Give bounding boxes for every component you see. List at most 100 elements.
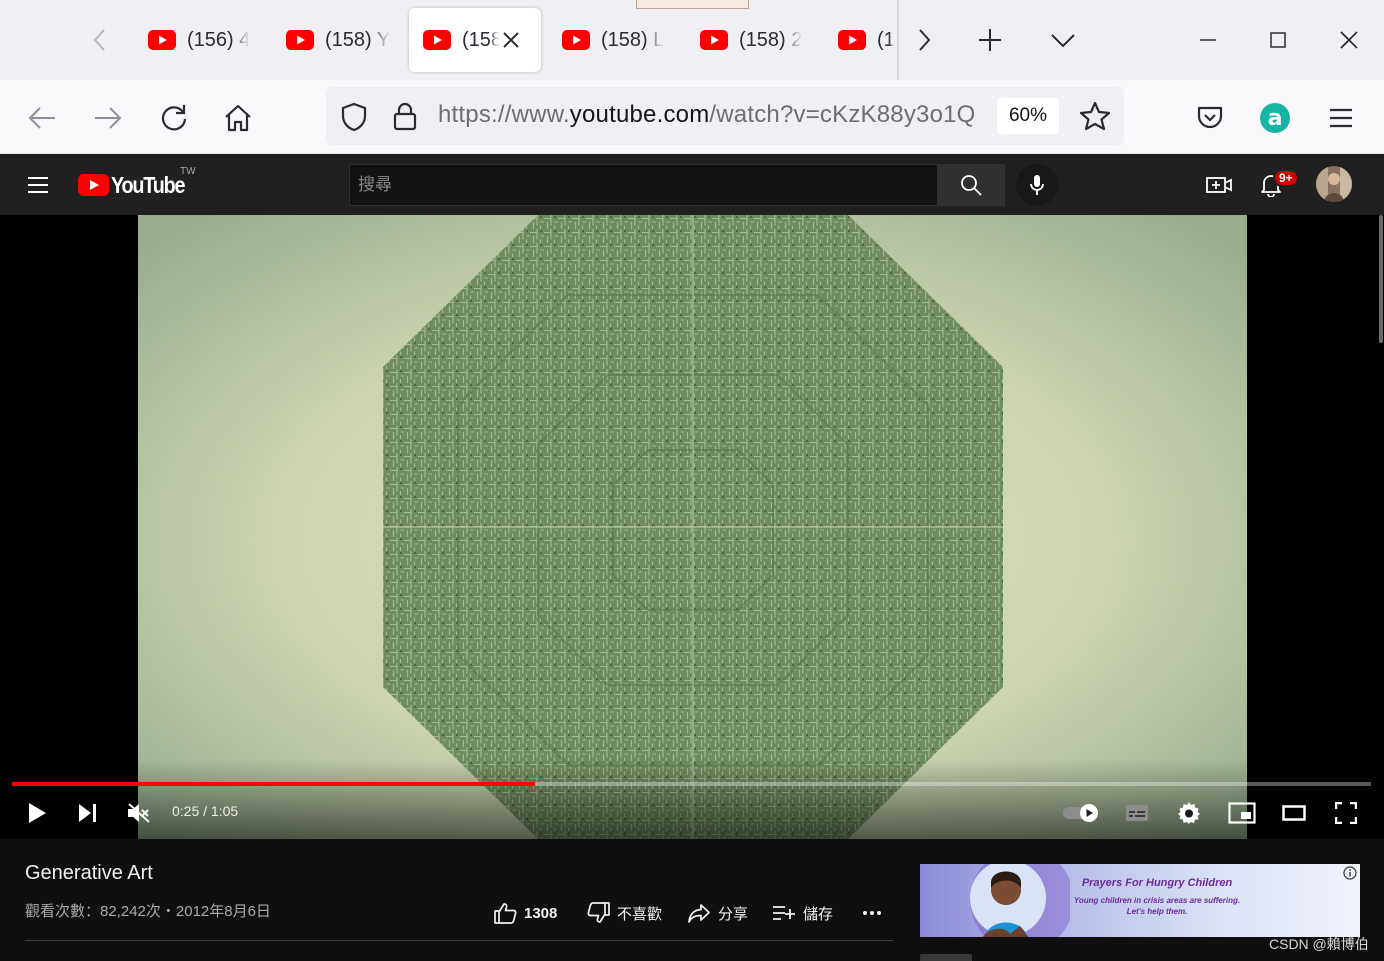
microphone-icon (1030, 175, 1044, 195)
pocket-button[interactable] (1190, 98, 1230, 138)
ad-info-icon[interactable] (1343, 866, 1357, 880)
dislike-label: 不喜歡 (617, 905, 663, 923)
more-actions-button[interactable] (862, 898, 882, 928)
forward-button[interactable] (88, 98, 128, 138)
home-icon (225, 104, 251, 132)
thumbs-down-icon (587, 902, 610, 923)
search-input[interactable] (350, 165, 937, 205)
volume-muted-icon (128, 803, 150, 823)
like-button[interactable]: 1308 (494, 898, 557, 928)
video-add-icon (1206, 177, 1232, 193)
svg-text:a: a (1268, 106, 1283, 131)
share-button[interactable]: 分享 (687, 898, 748, 928)
maximize-window-button[interactable] (1258, 20, 1298, 60)
close-icon (1340, 31, 1358, 49)
zoom-level-button[interactable]: 60% (997, 98, 1059, 134)
pocket-icon (1197, 106, 1223, 129)
video-title: Generative Art (25, 862, 153, 884)
maximize-icon (1270, 32, 1286, 48)
save-label: 儲存 (803, 905, 834, 923)
next-video-button[interactable] (70, 795, 106, 831)
tab-separator (897, 0, 899, 80)
minimize-window-button[interactable] (1188, 20, 1228, 60)
settings-button[interactable] (1171, 795, 1207, 831)
browser-tab[interactable]: (158) Y (272, 8, 404, 72)
youtube-favicon-icon (423, 30, 451, 50)
play-button[interactable] (19, 795, 55, 831)
shield-icon[interactable] (340, 102, 368, 132)
avatar-image (1316, 166, 1352, 202)
share-label: 分享 (718, 905, 749, 923)
search-icon (961, 175, 982, 196)
theater-mode-icon (1282, 805, 1306, 821)
progress-played (12, 782, 536, 786)
extension-a-icon: a (1260, 103, 1290, 133)
tab-scroll-right-button[interactable] (906, 22, 942, 58)
save-to-playlist-button[interactable]: 儲存 (772, 898, 833, 928)
youtube-logo-icon (78, 174, 109, 196)
video-view-count-and-date: 觀看次數：82,242次・2012年8月6日 (25, 903, 271, 920)
browser-tab[interactable]: (158) 2 (686, 8, 818, 72)
tab-title: (156) 4 (187, 28, 251, 51)
search-box[interactable] (349, 164, 937, 206)
autoplay-toggle[interactable] (1061, 795, 1101, 831)
chevron-down-icon (1051, 34, 1075, 48)
more-horizontal-icon (863, 911, 881, 915)
ad-child-image (970, 864, 1070, 937)
dislike-button[interactable]: 不喜歡 (587, 898, 662, 928)
lock-icon[interactable] (392, 101, 418, 131)
url-path: /watch?v=cKzK88y3o1Q (709, 101, 976, 128)
scrollbar-thumb[interactable] (1379, 215, 1383, 343)
tab-scroll-left-button[interactable] (82, 22, 118, 58)
close-window-button[interactable] (1329, 20, 1369, 60)
progress-bar[interactable] (12, 782, 1371, 786)
avatar[interactable] (1316, 166, 1352, 202)
fullscreen-button[interactable] (1328, 795, 1364, 831)
guide-menu-button[interactable] (21, 168, 55, 202)
youtube-favicon-icon (148, 30, 176, 50)
subtitles-icon (1126, 805, 1148, 821)
arrow-right-icon (95, 107, 122, 129)
url-prefix: https://www. (438, 101, 570, 128)
list-all-tabs-button[interactable] (1045, 22, 1081, 58)
tab-title: (158) L (601, 28, 665, 51)
sidebar-ad-banner[interactable]: Prayers For Hungry Children Young childr… (920, 864, 1360, 937)
extension-button[interactable]: a (1255, 98, 1295, 138)
autoplay-toggle-icon (1063, 804, 1098, 822)
ad-body: Young children in crisis areas are suffe… (1073, 896, 1241, 916)
close-tab-icon[interactable] (499, 28, 523, 52)
bookmark-star-icon[interactable] (1079, 101, 1111, 131)
browser-tab[interactable]: (156) 4 (134, 8, 266, 72)
mute-button[interactable] (121, 795, 157, 831)
youtube-logo[interactable]: YouTube TW (78, 166, 196, 199)
thumbs-up-icon (494, 903, 517, 924)
theater-mode-button[interactable] (1276, 795, 1312, 831)
hamburger-menu-icon (28, 177, 48, 193)
home-button[interactable] (218, 98, 258, 138)
new-tab-button[interactable] (972, 22, 1008, 58)
subtitles-button[interactable] (1119, 795, 1155, 831)
video-player[interactable]: 0:25 / 1:05 (0, 215, 1384, 839)
search-button[interactable] (937, 164, 1005, 206)
recommended-video-thumbnail[interactable] (920, 954, 972, 961)
arrow-left-icon (28, 107, 55, 129)
section-divider (25, 940, 893, 941)
youtube-header: YouTube TW (0, 154, 1384, 215)
gear-icon (1178, 802, 1200, 824)
app-menu-button[interactable] (1321, 98, 1361, 138)
url-text[interactable]: https://www.youtube.com/watch?v=cKzK88y3… (438, 101, 976, 129)
address-bar[interactable]: https://www.youtube.com/watch?v=cKzK88y3… (326, 87, 1124, 145)
tab-title: (158) Y (325, 28, 391, 51)
browser-tab[interactable]: (1 (824, 8, 894, 72)
notification-badge: 9+ (1273, 169, 1299, 187)
miniplayer-button[interactable] (1224, 795, 1260, 831)
tab-title: (158) 2 (739, 28, 803, 51)
create-video-button[interactable] (1202, 168, 1236, 202)
browser-tab[interactable]: (158) L (548, 8, 680, 72)
voice-search-button[interactable] (1016, 164, 1058, 206)
browser-tab-active[interactable]: (158) Generative Art (409, 8, 541, 72)
tab-title: (158) Generative Art (462, 28, 500, 51)
back-button[interactable] (22, 98, 62, 138)
reload-button[interactable] (154, 98, 194, 138)
youtube-favicon-icon (562, 30, 590, 50)
